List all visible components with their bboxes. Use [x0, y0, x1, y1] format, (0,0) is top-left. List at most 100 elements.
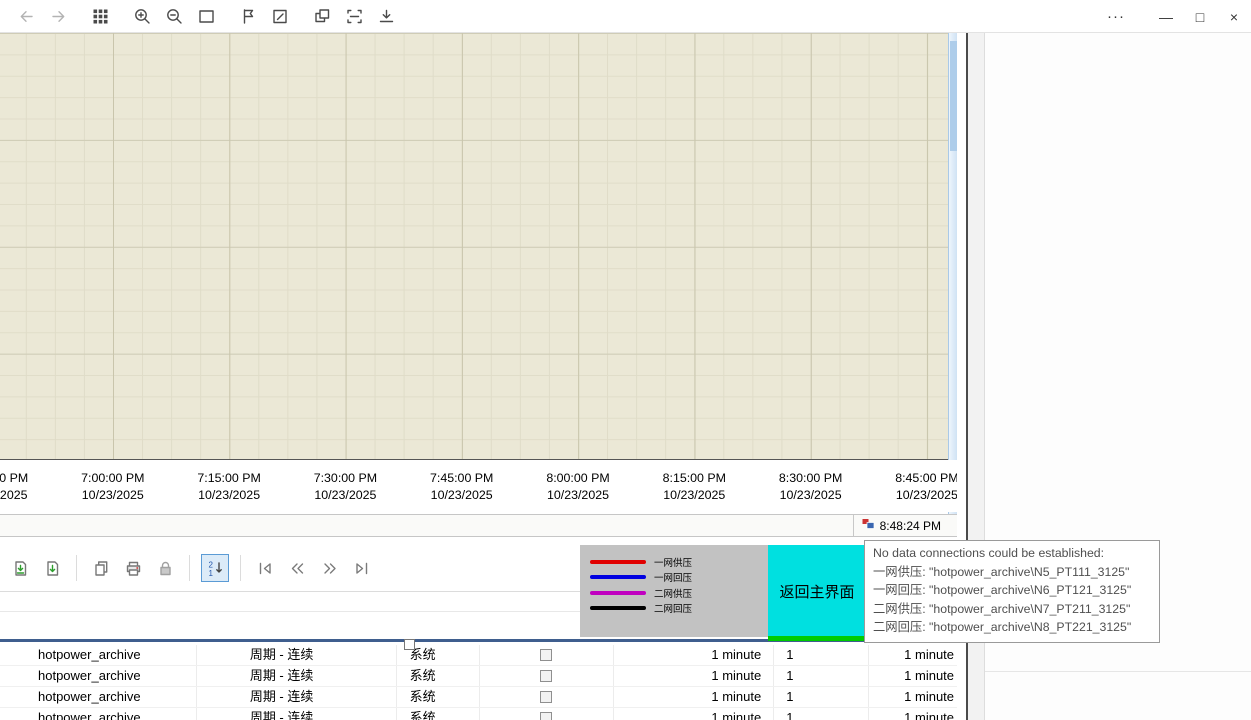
cell-cycle: 周期 - 连续 [197, 687, 397, 707]
application-window: ··· — □ × 6:45:00 PM10/23/2025 7:00:00 PM… [0, 0, 1251, 720]
connection-status-icon [862, 517, 875, 535]
download-icon[interactable] [374, 4, 398, 28]
cell-checkbox [480, 666, 615, 686]
chart-scrollbar-thumb[interactable] [950, 41, 957, 151]
cell-source: 系统 [397, 687, 480, 707]
top-toolbar: ··· — □ × [0, 0, 1251, 33]
legend-color-line [590, 590, 646, 595]
legend-item: 一网回压 [580, 570, 768, 586]
tooltip-line: 二网回压: "hotpower_archive\N8_PT221_3125" [873, 620, 1132, 634]
flag-icon[interactable] [236, 4, 260, 28]
legend-label: 一网回压 [654, 573, 693, 585]
grid-view-icon[interactable] [88, 4, 112, 28]
cell-factor: 1 [774, 687, 870, 707]
tooltip-line: 二网供压: "hotpower_archive\N7_PT211_3125" [873, 601, 1131, 616]
table-row[interactable]: hotpower_archive 周期 - 连续 系统 1 minute 1 1 minu… [0, 708, 957, 720]
more-options-icon[interactable]: ··· [1099, 0, 1133, 33]
svg-text:1: 1 [208, 569, 213, 578]
x-axis-label: 7:00:00 PM 10/23/2025 [81, 471, 145, 502]
header-checkbox-icon[interactable] [404, 639, 415, 650]
x-axis-label: 7:45:00 PM 10/23/2025 [430, 471, 494, 502]
close-icon[interactable]: × [1217, 0, 1251, 33]
cell-source: 系统 [397, 708, 480, 720]
cell-logging: 1 minute [904, 647, 955, 662]
cell-archive: hotpower_archive [0, 687, 197, 707]
nav-first-icon[interactable] [252, 555, 278, 581]
x-axis-label: 7:15:00 PM 10/23/2025 [197, 471, 261, 502]
legend-label: 二网回压 [654, 604, 693, 616]
legend-label: 二网供压 [654, 588, 693, 600]
cell-logging: 1 minute [904, 689, 955, 704]
trend-legend: 一网供压一网回压二网供压二网回压 [580, 545, 768, 637]
zoom-out-icon[interactable] [162, 4, 186, 28]
minimize-icon[interactable]: — [1149, 0, 1183, 33]
toolbar-separator [76, 555, 77, 581]
nav-last-icon[interactable] [348, 555, 374, 581]
cell-acquisition: 1 minute [614, 708, 775, 720]
sort-order-icon[interactable]: 21 [201, 554, 229, 582]
row-checkbox[interactable] [540, 649, 553, 661]
cell-logging: 1 minute [904, 668, 955, 683]
return-main-button[interactable]: 返回主界面 [768, 545, 866, 637]
export-icon[interactable] [39, 555, 65, 581]
cell-source: 系统 [397, 666, 480, 686]
row-checkbox[interactable] [540, 670, 553, 682]
cascade-windows-icon[interactable] [310, 4, 334, 28]
tooltip-title: No data connections could be established… [873, 546, 1105, 560]
select-area-icon[interactable] [194, 4, 218, 28]
cell-acquisition: 1 minute [614, 687, 775, 707]
x-axis: 6:45:00 PM10/23/2025 7:00:00 PM10/23/2025… [0, 460, 957, 512]
forward-icon[interactable] [46, 4, 70, 28]
cell-checkbox [480, 708, 615, 720]
cell-logging: 1 minute [904, 710, 955, 720]
archive-table: hotpower_archive 周期 - 连续 系统 1 minute 1 1 minu… [0, 645, 957, 720]
chart-status-bar: 8:48:24 PM [0, 514, 957, 537]
cell-cycle: 周期 - 连续 [197, 666, 397, 686]
nav-next-icon[interactable] [316, 555, 342, 581]
legend-label: 一网供压 [654, 557, 693, 569]
cell-factor: 1 [774, 666, 870, 686]
cell-cycle: 周期 - 连续 [197, 708, 397, 720]
legend-color-line [590, 559, 646, 564]
cell-archive: hotpower_archive [0, 666, 197, 686]
table-row[interactable]: hotpower_archive 周期 - 连续 系统 1 minute 1 1 minu… [0, 666, 957, 687]
lock-icon[interactable] [152, 555, 178, 581]
edit-icon[interactable] [268, 4, 292, 28]
export-first-icon[interactable] [7, 555, 33, 581]
cell-archive: hotpower_archive [0, 645, 197, 665]
cell-acquisition: 1 minute [614, 645, 775, 665]
x-axis-label: 6:45:00 PM10/23/2025 [0, 471, 29, 502]
zoom-in-icon[interactable] [130, 4, 154, 28]
table-row[interactable]: hotpower_archive 周期 - 连续 系统 1 minute 1 1 minu… [0, 645, 957, 666]
legend-item: 一网供压 [580, 554, 768, 570]
trend-chart[interactable] [0, 33, 957, 460]
toolbar-separator [189, 555, 190, 581]
window-controls: ··· — □ × [1099, 0, 1251, 33]
copy-icon[interactable] [88, 555, 114, 581]
toolbar-separator [240, 555, 241, 581]
legend-item: 二网供压 [580, 585, 768, 601]
x-axis-label: 8:30:00 PM 10/23/2025 [778, 471, 843, 502]
table-row[interactable]: hotpower_archive 周期 - 连续 系统 1 minute 1 1 minu… [0, 687, 957, 708]
legend-color-line [590, 575, 646, 580]
cell-acquisition: 1 minute [614, 666, 775, 686]
back-icon[interactable] [14, 4, 38, 28]
legend-color-line [590, 606, 646, 611]
row-checkbox[interactable] [540, 691, 553, 703]
trend-toolbar: 21 [0, 545, 580, 592]
x-axis-label: 8:00:00 PM 10/23/2025 [546, 471, 610, 502]
nav-prev-icon[interactable] [284, 555, 310, 581]
cell-checkbox [480, 687, 615, 707]
tooltip-line: 一网回压: "hotpower_archive\N6_PT121_3125" [873, 583, 1132, 597]
cell-checkbox [480, 645, 615, 665]
table-filter-band [0, 612, 580, 637]
error-tooltip: No data connections could be established… [864, 540, 1160, 643]
cell-factor: 1 [774, 645, 870, 665]
row-checkbox[interactable] [540, 712, 553, 720]
capture-icon[interactable] [342, 4, 366, 28]
maximize-icon[interactable]: □ [1183, 0, 1217, 33]
x-axis-label: 8:15:00 PM 10/23/2025 [662, 471, 726, 502]
cell-archive: hotpower_archive [0, 708, 197, 720]
print-icon[interactable] [120, 555, 146, 581]
clock-cell: 8:48:24 PM [852, 515, 957, 536]
